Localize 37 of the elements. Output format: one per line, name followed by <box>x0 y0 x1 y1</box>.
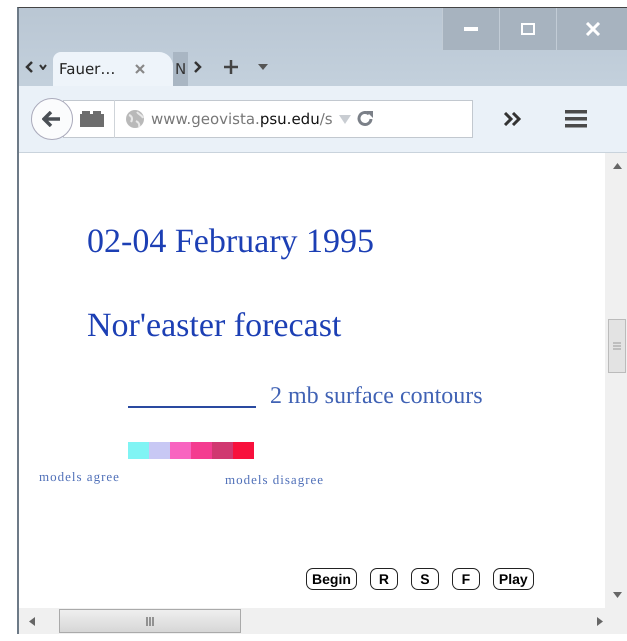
page-subtitle: Nor'easter forecast <box>87 307 342 346</box>
control-button[interactable]: Play <box>492 568 534 590</box>
back-arrow-icon[interactable] <box>42 111 62 127</box>
grip-icon <box>146 616 154 626</box>
vertical-scrollbar[interactable] <box>605 153 627 608</box>
menu-icon[interactable] <box>565 110 587 128</box>
globe-icon <box>125 109 145 129</box>
browser-tab[interactable]: Fauer… <box>53 52 173 86</box>
scroll-thumb[interactable] <box>59 609 241 633</box>
horizontal-scrollbar[interactable] <box>19 608 627 634</box>
scroll-right-icon[interactable] <box>597 616 603 626</box>
scroll-down-icon[interactable] <box>612 592 622 598</box>
overflow-icon[interactable] <box>503 112 523 126</box>
page-title: 02-04 February 1995 <box>87 223 376 262</box>
new-tab-icon[interactable] <box>224 60 238 74</box>
scroll-thumb[interactable] <box>608 319 626 373</box>
scroll-right-icon[interactable] <box>194 61 202 73</box>
control-button[interactable]: F <box>452 568 480 590</box>
close-tab-icon[interactable] <box>135 64 146 74</box>
control-button[interactable]: R <box>370 568 398 590</box>
reload-icon[interactable] <box>356 110 374 128</box>
scale-label: models agree <box>39 469 120 486</box>
scroll-left-icon[interactable] <box>29 616 35 626</box>
scale-label: models disagree <box>224 472 324 488</box>
legend-label: 2 mb surface contours <box>270 383 483 410</box>
grip-icon <box>613 342 621 350</box>
dropdown-icon[interactable] <box>258 64 268 70</box>
url-text: www.geovista.psu.edu/s <box>151 110 333 128</box>
control-button[interactable]: Begin <box>306 568 357 590</box>
folder-icon <box>80 111 104 127</box>
scroll-left-icon[interactable] <box>25 61 33 73</box>
address-bar[interactable]: www.geovista.psu.edu/s <box>63 100 473 138</box>
back-button[interactable] <box>31 98 73 140</box>
browser-tab[interactable]: N <box>173 52 188 86</box>
scroll-up-icon[interactable] <box>612 163 622 169</box>
control-button[interactable]: S <box>410 568 439 590</box>
caret-icon[interactable] <box>39 64 47 70</box>
